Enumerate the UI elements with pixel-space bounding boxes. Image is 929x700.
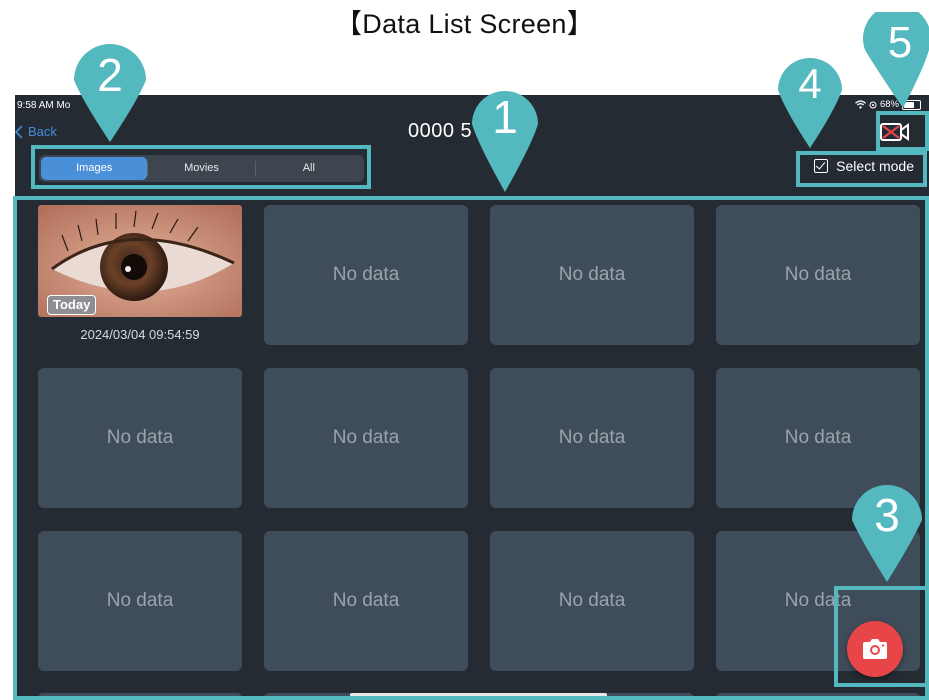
chevron-left-icon: [15, 124, 23, 139]
back-button[interactable]: Back: [15, 124, 57, 139]
battery-fill: [904, 101, 914, 108]
battery-icon: [902, 99, 921, 110]
highlight-capture: [834, 586, 929, 687]
highlight-tabs: [31, 145, 371, 189]
highlight-select-mode: [796, 151, 927, 187]
nav-title: 0000 5: [408, 120, 473, 142]
highlight-grid: [13, 196, 929, 700]
status-time: 9:58 AM Mo: [17, 100, 71, 111]
status-bar: 9:58 AM Mo 68%: [15, 95, 929, 115]
highlight-camera-off: [876, 111, 929, 151]
wifi-icon: [855, 100, 866, 109]
page-title: 【Data List Screen】: [335, 9, 594, 39]
battery-percent: 68%: [879, 99, 899, 110]
back-label: Back: [28, 124, 57, 139]
location-icon: [869, 101, 877, 108]
status-icons: 68%: [855, 99, 921, 110]
